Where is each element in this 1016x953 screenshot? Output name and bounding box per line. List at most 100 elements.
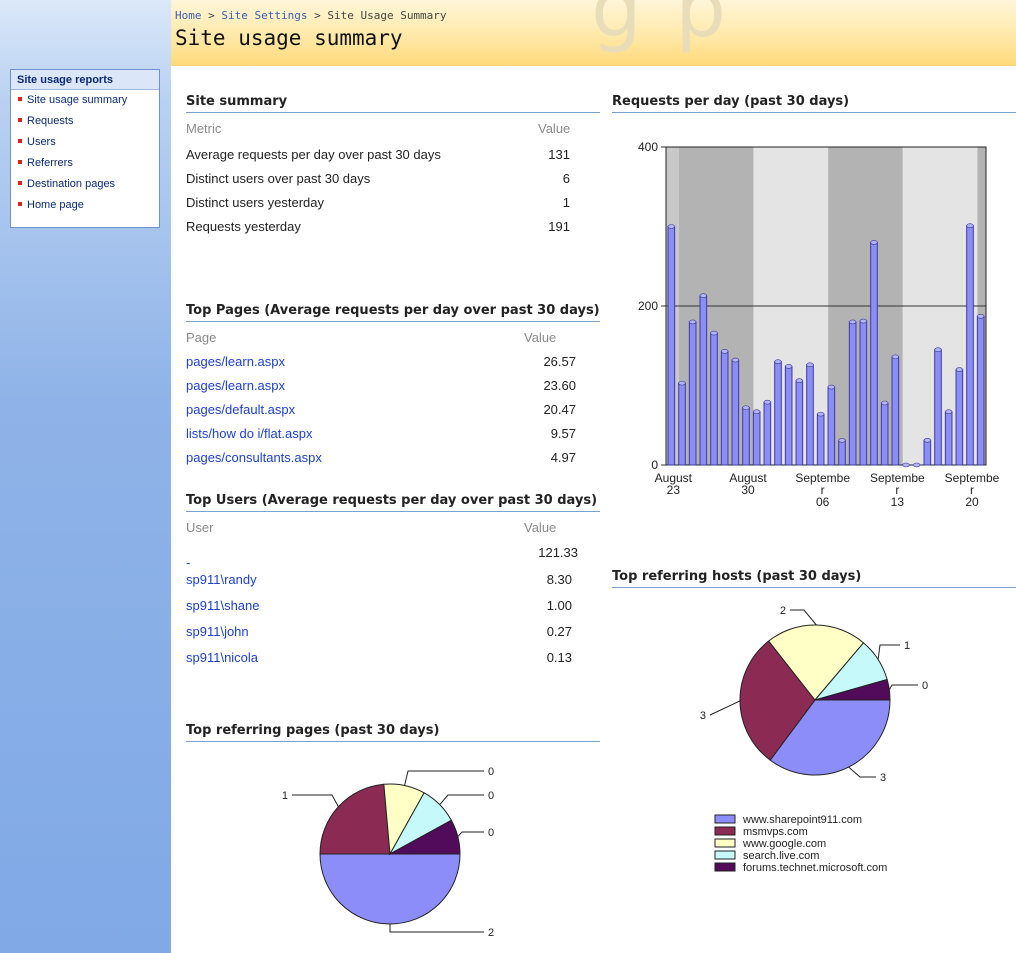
bar-cap xyxy=(721,349,729,354)
bar xyxy=(806,364,814,466)
summary-metric-label: Distinct users over past 30 days xyxy=(186,171,371,186)
bullet-icon xyxy=(18,97,22,102)
bar xyxy=(891,356,900,466)
pie-leader-line xyxy=(292,794,339,807)
bar-cap xyxy=(902,462,910,468)
value-column-header: Value xyxy=(538,121,571,136)
bar-cap xyxy=(817,411,825,417)
bar xyxy=(955,369,964,466)
legend-label: search.live.com xyxy=(743,850,819,862)
nav-item-users[interactable]: Users xyxy=(11,132,159,153)
top-page-link[interactable]: pages/learn.aspx xyxy=(186,354,285,369)
bar xyxy=(827,386,836,466)
breadcrumb-home-link[interactable]: Home xyxy=(175,9,202,22)
top-page-link[interactable]: pages/learn.aspx xyxy=(186,378,285,393)
bar-cap xyxy=(934,347,942,353)
top-page-value: 23.60 xyxy=(543,378,576,393)
pie-slice-label: 1 xyxy=(904,640,910,652)
bar xyxy=(763,401,772,466)
bar-cap xyxy=(785,364,793,369)
top-page-link[interactable]: pages/consultants.aspx xyxy=(186,450,322,465)
legend-label: www.google.com xyxy=(742,838,826,850)
bar-cap xyxy=(742,405,750,411)
bar-cap xyxy=(667,224,675,229)
breadcrumb-site-settings-link[interactable]: Site Settings xyxy=(221,9,307,22)
top-user-link[interactable]: sp911\shane xyxy=(186,598,260,613)
nav-item-requests[interactable]: Requests xyxy=(11,111,159,132)
top-user-link[interactable]: sp911\nicola xyxy=(186,650,258,665)
legend-label: www.sharepoint911.com xyxy=(742,814,862,826)
bar-cap xyxy=(731,357,739,363)
pie-leader-line xyxy=(404,770,484,786)
bar-cap xyxy=(870,240,878,245)
top-referring-hosts-pie-chart: 3 3 2 1 0 www.sharepoint911.commsmvps.comwww.… xyxy=(700,605,928,874)
bar-cap xyxy=(881,400,889,406)
legend-swatch xyxy=(714,838,736,848)
top-page-link[interactable]: pages/default.aspx xyxy=(186,402,295,417)
legend-label: msmvps.com xyxy=(743,826,808,838)
nav-item-label: Referrers xyxy=(27,157,73,169)
x-tick-label: 13 xyxy=(891,495,905,509)
bullet-icon xyxy=(18,202,22,207)
top-page-value: 20.47 xyxy=(543,402,576,417)
top-users-title: Top Users (Average requests per day over… xyxy=(186,493,600,512)
breadcrumb-separator: > xyxy=(208,9,215,22)
pie-slice-label: 0 xyxy=(488,766,494,778)
nav-item-referrers[interactable]: Referrers xyxy=(11,153,159,174)
nav-item-destination-pages[interactable]: Destination pages xyxy=(11,174,159,195)
summary-metric-value: 191 xyxy=(548,219,570,234)
bar-cap xyxy=(955,367,963,372)
bar xyxy=(678,382,686,466)
bullet-icon xyxy=(18,118,22,123)
bar-cap xyxy=(795,378,803,384)
top-user-link[interactable]: sp911\randy xyxy=(186,572,257,587)
pie-leader-line xyxy=(709,700,741,716)
bar xyxy=(731,359,740,466)
top-user-value: 1.00 xyxy=(546,598,572,613)
x-tick-label: 06 xyxy=(816,495,830,509)
pie-leader-line xyxy=(457,831,484,837)
metric-column-header: Metric xyxy=(186,121,222,136)
top-user-link[interactable]: sp911\john xyxy=(186,624,249,639)
bar-cap xyxy=(891,354,899,360)
bullet-icon xyxy=(18,160,22,165)
site-usage-reports-nav: Site usage reports Site usage summary Re… xyxy=(10,69,160,228)
nav-item-label: Destination pages xyxy=(27,178,116,190)
summary-metric-value: 1 xyxy=(562,195,570,210)
bar xyxy=(870,241,878,466)
nav-item-home-page[interactable]: Home page xyxy=(11,195,159,216)
nav-item-label: Site usage summary xyxy=(27,94,128,106)
pie-leader-line xyxy=(389,924,484,933)
value-column-header: Value xyxy=(524,520,557,535)
y-tick-label: 200 xyxy=(638,299,658,313)
top-user-link[interactable]: - xyxy=(186,555,190,570)
bar-cap xyxy=(806,362,814,368)
x-tick-label: 23 xyxy=(667,483,681,497)
bar-cap xyxy=(923,438,931,443)
bar xyxy=(710,332,718,466)
bar xyxy=(838,439,846,466)
nav-item-label: Home page xyxy=(27,199,84,211)
top-page-link[interactable]: lists/how do i/flat.aspx xyxy=(186,426,312,441)
requests-per-day-title: Requests per day (past 30 days) xyxy=(612,94,1016,113)
bar-cap xyxy=(859,318,867,324)
value-column-header: Value xyxy=(524,330,557,345)
top-user-value: 8.30 xyxy=(546,572,572,587)
requests-per-day-bar-chart: 0200400August23August30September06Septem… xyxy=(638,140,1000,509)
nav-heading: Site usage reports xyxy=(11,70,159,90)
bar xyxy=(774,361,782,466)
nav-item-site-usage-summary[interactable]: Site usage summary xyxy=(11,90,159,111)
bar xyxy=(848,321,857,466)
top-user-value: 0.27 xyxy=(546,624,572,639)
bar-cap xyxy=(763,399,771,405)
bar xyxy=(966,225,974,466)
bullet-icon xyxy=(18,139,22,144)
bar-cap xyxy=(710,330,718,336)
legend-swatch xyxy=(714,826,736,836)
top-pages-title: Top Pages (Average requests per day over… xyxy=(186,303,600,322)
summary-metric-label: Requests yesterday xyxy=(186,219,301,234)
bar xyxy=(944,411,953,466)
bar xyxy=(934,349,942,466)
x-tick-label: 30 xyxy=(741,483,755,497)
y-tick-label: 0 xyxy=(651,458,658,472)
